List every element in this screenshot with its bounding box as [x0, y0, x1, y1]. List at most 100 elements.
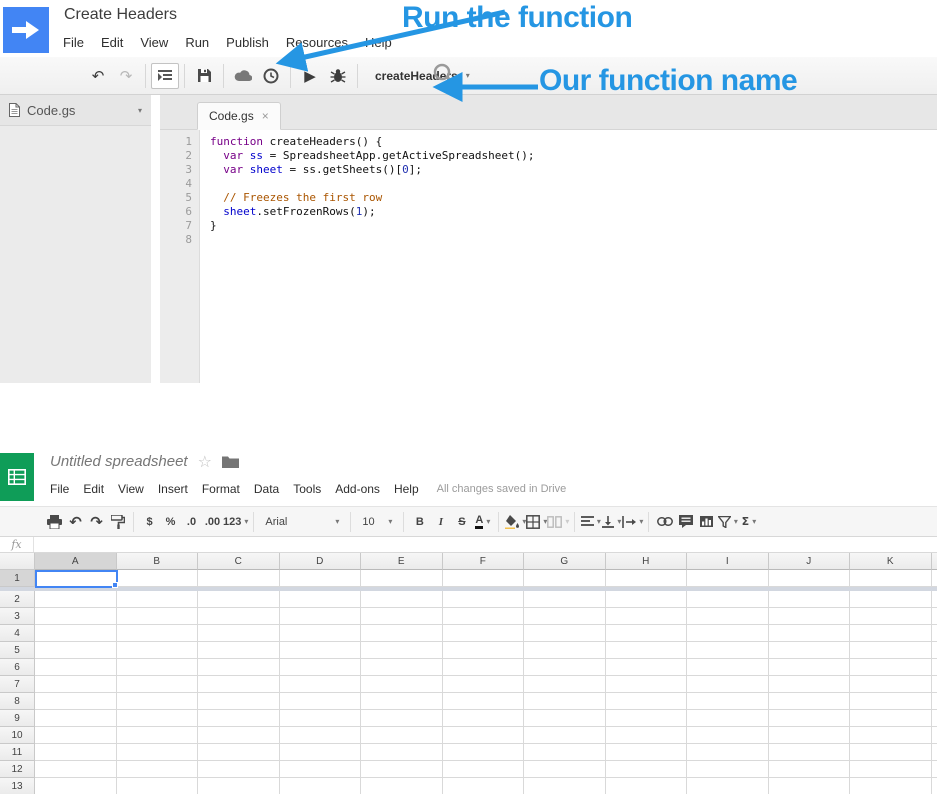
- cell-h6[interactable]: [605, 659, 687, 676]
- cell-h10[interactable]: [605, 727, 687, 744]
- search-icon[interactable]: [432, 62, 456, 86]
- cell-c9[interactable]: [198, 710, 280, 727]
- cell-partial[interactable]: [931, 778, 937, 794]
- cell-partial[interactable]: [931, 659, 937, 676]
- cell-k7[interactable]: [850, 676, 932, 693]
- cell-j13[interactable]: [768, 778, 850, 794]
- borders-button[interactable]: ▾: [526, 511, 547, 533]
- cell-d3[interactable]: [279, 608, 361, 625]
- cell-i12[interactable]: [687, 761, 769, 778]
- cell-e8[interactable]: [361, 693, 443, 710]
- insert-comment-button[interactable]: [675, 511, 696, 533]
- cell-g13[interactable]: [524, 778, 606, 794]
- cell-h9[interactable]: [605, 710, 687, 727]
- cell-e5[interactable]: [361, 642, 443, 659]
- cell-a10[interactable]: [35, 727, 117, 744]
- merge-cells-button[interactable]: ▾: [547, 511, 569, 533]
- undo-button[interactable]: ↶: [65, 511, 86, 533]
- font-family-dropdown[interactable]: Arial ▾: [259, 511, 345, 533]
- cell-e6[interactable]: [361, 659, 443, 676]
- code-line[interactable]: }: [210, 219, 535, 233]
- italic-button[interactable]: I: [430, 511, 451, 533]
- column-header-c[interactable]: C: [198, 553, 280, 570]
- cell-a11[interactable]: [35, 744, 117, 761]
- strikethrough-button[interactable]: S: [451, 511, 472, 533]
- cell-i2[interactable]: [687, 591, 769, 608]
- code-line[interactable]: // Freezes the first row: [210, 191, 535, 205]
- column-header-b[interactable]: B: [116, 553, 198, 570]
- cell-j7[interactable]: [768, 676, 850, 693]
- bold-button[interactable]: B: [409, 511, 430, 533]
- cell-c11[interactable]: [198, 744, 280, 761]
- code-line[interactable]: sheet.setFrozenRows(1);: [210, 205, 535, 219]
- formula-input[interactable]: [34, 537, 937, 552]
- script-menu-edit[interactable]: Edit: [101, 35, 123, 50]
- column-header-a[interactable]: A: [35, 553, 117, 570]
- cell-g11[interactable]: [524, 744, 606, 761]
- redo-button[interactable]: ↷: [112, 63, 140, 89]
- cell-d10[interactable]: [279, 727, 361, 744]
- cell-g6[interactable]: [524, 659, 606, 676]
- cell-j2[interactable]: [768, 591, 850, 608]
- cell-f12[interactable]: [442, 761, 524, 778]
- cell-j6[interactable]: [768, 659, 850, 676]
- cell-h5[interactable]: [605, 642, 687, 659]
- cell-i11[interactable]: [687, 744, 769, 761]
- save-button[interactable]: [190, 63, 218, 89]
- cell-f7[interactable]: [442, 676, 524, 693]
- column-header-e[interactable]: E: [361, 553, 443, 570]
- paint-format-button[interactable]: [107, 511, 128, 533]
- script-menu-file[interactable]: File: [63, 35, 84, 50]
- cell-partial[interactable]: [931, 693, 937, 710]
- cell-k9[interactable]: [850, 710, 932, 727]
- cell-c2[interactable]: [198, 591, 280, 608]
- code-line[interactable]: var ss = SpreadsheetApp.getActiveSpreads…: [210, 149, 534, 163]
- column-header-i[interactable]: I: [687, 553, 769, 570]
- cell-a6[interactable]: [35, 659, 117, 676]
- cell-h1[interactable]: [605, 570, 687, 587]
- cell-partial[interactable]: [931, 625, 937, 642]
- fill-color-button[interactable]: ▾: [504, 511, 526, 533]
- cell-b2[interactable]: [116, 591, 198, 608]
- cell-b4[interactable]: [116, 625, 198, 642]
- row-header-10[interactable]: 10: [0, 727, 35, 744]
- cell-i13[interactable]: [687, 778, 769, 794]
- cell-a13[interactable]: [35, 778, 117, 794]
- cell-f13[interactable]: [442, 778, 524, 794]
- code-line[interactable]: function createHeaders() {: [210, 135, 535, 149]
- cell-d9[interactable]: [279, 710, 361, 727]
- cell-g3[interactable]: [524, 608, 606, 625]
- column-header-h[interactable]: H: [605, 553, 687, 570]
- row-header-5[interactable]: 5: [0, 642, 35, 659]
- cell-f10[interactable]: [442, 727, 524, 744]
- cell-f4[interactable]: [442, 625, 524, 642]
- cell-d7[interactable]: [279, 676, 361, 693]
- cell-a8[interactable]: [35, 693, 117, 710]
- cell-partial[interactable]: [931, 570, 937, 587]
- tab-code-gs[interactable]: Code.gs ×: [197, 102, 281, 130]
- cell-k6[interactable]: [850, 659, 932, 676]
- cell-c7[interactable]: [198, 676, 280, 693]
- cell-d11[interactable]: [279, 744, 361, 761]
- close-icon[interactable]: ×: [262, 109, 269, 123]
- cell-c10[interactable]: [198, 727, 280, 744]
- row-header-2[interactable]: 2: [0, 591, 35, 608]
- script-menu-resources[interactable]: Resources: [286, 35, 348, 50]
- increase-decimal-button[interactable]: .00: [202, 511, 223, 533]
- sheets-menu-format[interactable]: Format: [202, 482, 240, 496]
- cell-k12[interactable]: [850, 761, 932, 778]
- cell-g4[interactable]: [524, 625, 606, 642]
- code-line[interactable]: [210, 233, 535, 247]
- column-header-k[interactable]: K: [850, 553, 932, 570]
- cell-i6[interactable]: [687, 659, 769, 676]
- cell-h2[interactable]: [605, 591, 687, 608]
- cell-g2[interactable]: [524, 591, 606, 608]
- cell-h13[interactable]: [605, 778, 687, 794]
- cell-e9[interactable]: [361, 710, 443, 727]
- insert-link-button[interactable]: [654, 511, 675, 533]
- text-wrap-button[interactable]: ▾: [622, 511, 643, 533]
- cell-c3[interactable]: [198, 608, 280, 625]
- cell-e11[interactable]: [361, 744, 443, 761]
- cell-b3[interactable]: [116, 608, 198, 625]
- cell-h4[interactable]: [605, 625, 687, 642]
